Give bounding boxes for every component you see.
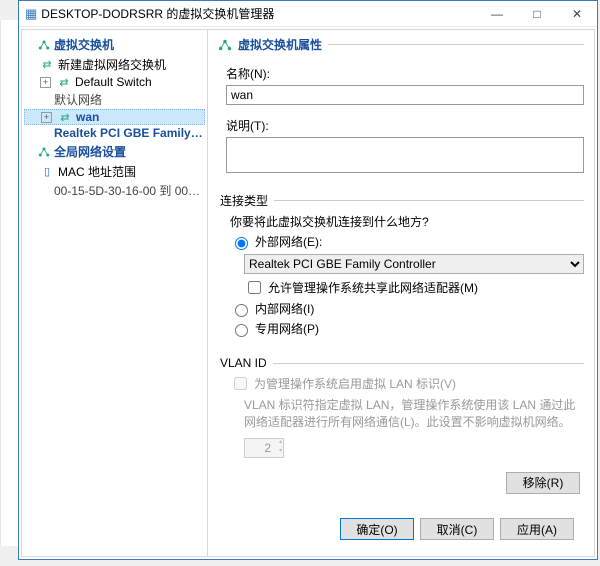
conn-prompt: 你要将此虚拟交换机连接到什么地方? <box>230 213 584 230</box>
apply-button[interactable]: 应用(A) <box>500 518 574 540</box>
group-title: VLAN ID <box>220 356 267 370</box>
tree-new-vswitch[interactable]: ⇄ 新建虚拟网络交换机 <box>24 55 205 74</box>
minimize-button[interactable]: — <box>477 1 517 26</box>
group-title: 连接类型 <box>220 192 268 209</box>
label: 默认网络 <box>54 91 102 108</box>
maximize-button[interactable]: □ <box>517 1 557 26</box>
name-label: 名称(N): <box>226 65 584 82</box>
tree-mac-range[interactable]: ▯ MAC 地址范围 <box>24 162 205 181</box>
radio-external-input[interactable] <box>235 237 248 250</box>
network-icon <box>38 39 50 51</box>
hyperv-vswitch-manager-window: ▦ DESKTOP-DODRSRR 的虚拟交换机管理器 — □ ✕ 虚拟交换机 … <box>18 0 598 560</box>
tree-wan[interactable]: + ⇄ wan <box>24 109 205 125</box>
expand-icon[interactable]: + <box>41 112 52 123</box>
label: Realtek PCI GBE Family Contr... <box>54 126 204 140</box>
allow-mgmt-input[interactable] <box>248 281 261 294</box>
radio-internal-input[interactable] <box>235 304 248 317</box>
switch-icon <box>218 38 232 52</box>
radio-private-input[interactable] <box>235 324 248 337</box>
label: Default Switch <box>75 75 152 89</box>
new-switch-icon: ⇄ <box>40 58 54 71</box>
tree-default-network[interactable]: 默认网络 <box>24 90 205 109</box>
desc-input[interactable] <box>226 137 584 173</box>
app-icon: ▦ <box>25 6 37 22</box>
expand-icon[interactable]: + <box>40 77 51 88</box>
label: 新建虚拟网络交换机 <box>58 56 166 73</box>
window-title: DESKTOP-DODRSRR 的虚拟交换机管理器 <box>41 5 477 22</box>
external-adapter-select[interactable]: Realtek PCI GBE Family Controller <box>244 254 584 274</box>
close-button[interactable]: ✕ <box>557 1 597 26</box>
label: 00-15-5D-30-16-00 到 00-15-5D-3... <box>54 182 204 199</box>
section-virtual-switches: 虚拟交换机 <box>24 34 205 55</box>
vlan-help-text: VLAN 标识符指定虚拟 LAN，管理操作系统使用该 LAN 通过此网络适配器进… <box>244 397 584 432</box>
name-input[interactable] <box>226 85 584 105</box>
vlan-enable-input <box>234 377 247 390</box>
label: MAC 地址范围 <box>58 163 136 180</box>
switch-icon: ⇄ <box>57 76 71 89</box>
label: wan <box>76 110 99 124</box>
vlan-enable-check: 为管理操作系统启用虚拟 LAN 标识(V) <box>230 374 584 393</box>
desc-label: 说明(T): <box>226 117 584 134</box>
right-panel: 虚拟交换机属性 名称(N): 说明(T): 连接类型 你要将此虚拟交换机连接到什… <box>208 30 594 556</box>
cancel-button[interactable]: 取消(C) <box>420 518 494 540</box>
vlan-id-spinner: 2 <box>244 438 284 458</box>
network-icon <box>38 146 50 158</box>
props-header: 虚拟交换机属性 <box>218 36 584 53</box>
titlebar[interactable]: ▦ DESKTOP-DODRSRR 的虚拟交换机管理器 — □ ✕ <box>19 1 597 27</box>
section-global: 全局网络设置 <box>24 141 205 162</box>
allow-mgmt-check[interactable]: 允许管理操作系统共享此网络适配器(M) <box>244 278 584 297</box>
radio-external[interactable]: 外部网络(E): <box>230 233 584 250</box>
radio-private[interactable]: 专用网络(P) <box>230 320 584 337</box>
tree-wan-adapter[interactable]: Realtek PCI GBE Family Contr... <box>24 125 205 141</box>
dialog-footer: 确定(O) 取消(C) 应用(A) <box>218 509 584 548</box>
connection-group: 连接类型 你要将此虚拟交换机连接到什么地方? 外部网络(E): Realtek … <box>220 192 584 340</box>
tree-default-switch[interactable]: + ⇄ Default Switch <box>24 74 205 90</box>
radio-internal[interactable]: 内部网络(I) <box>230 300 584 317</box>
vlan-group: VLAN ID 为管理操作系统启用虚拟 LAN 标识(V) VLAN 标识符指定… <box>220 356 584 458</box>
switch-icon: ⇄ <box>58 111 72 124</box>
nic-icon: ▯ <box>40 165 54 178</box>
tree-mac-values[interactable]: 00-15-5D-30-16-00 到 00-15-5D-3... <box>24 181 205 200</box>
remove-button[interactable]: 移除(R) <box>506 472 580 494</box>
left-tree: 虚拟交换机 ⇄ 新建虚拟网络交换机 + ⇄ Default Switch 默认网… <box>22 30 208 556</box>
ok-button[interactable]: 确定(O) <box>340 518 414 540</box>
